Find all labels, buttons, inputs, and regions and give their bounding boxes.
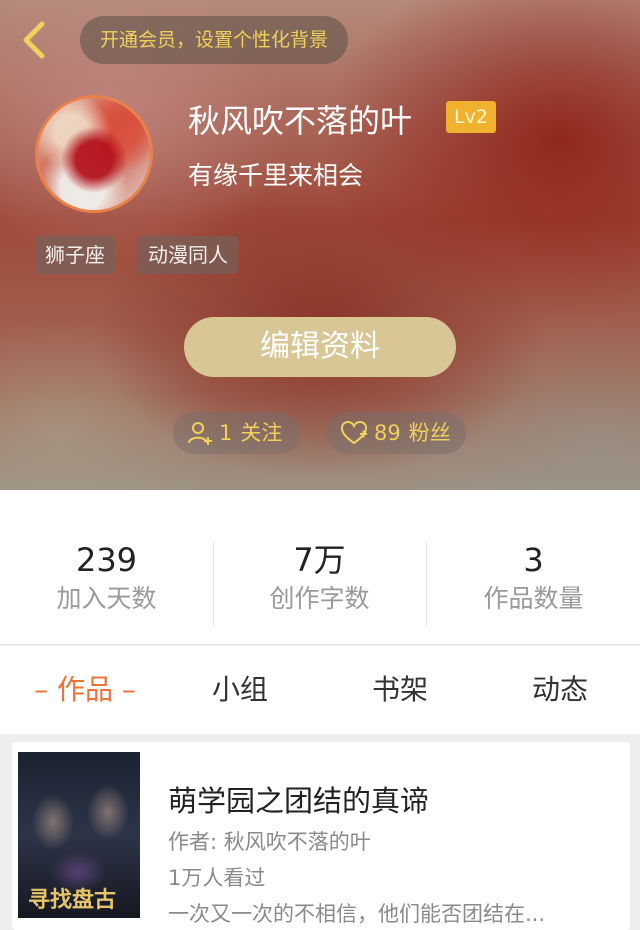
book-author: 作者: 秋风吹不落的叶 <box>168 830 371 854</box>
cover-title: 寻找盘古 <box>28 888 117 913</box>
level-badge: Lv2 <box>446 101 496 133</box>
back-button[interactable] <box>14 16 54 64</box>
fans-button[interactable]: 89 粉丝 <box>326 412 466 454</box>
stat-works-count: 3 作品数量 <box>427 540 640 618</box>
fans-label: 粉丝 <box>408 421 451 445</box>
tab-works[interactable]: – 作品 – <box>10 646 160 734</box>
book-views: 1万人看过 <box>168 866 266 890</box>
heart-icon <box>340 420 368 445</box>
fans-count: 89 <box>374 421 401 445</box>
following-label: 关注 <box>240 421 283 445</box>
book-cover[interactable]: 寻找盘古 <box>18 752 140 918</box>
stat-label: 创作字数 <box>269 584 370 613</box>
person-plus-icon <box>188 422 212 445</box>
following-button[interactable]: 1 关注 <box>173 412 300 454</box>
stat-value: 7万 <box>293 541 346 579</box>
vip-background-banner[interactable]: 开通会员，设置个性化背景 <box>80 16 349 64</box>
profile-header: 开通会员，设置个性化背景 秋风吹不落的叶 Lv2 有缘千里来相会 狮子座 动漫同… <box>0 0 640 490</box>
edit-profile-button[interactable]: 编辑资料 <box>184 317 456 377</box>
book-title[interactable]: 萌学园之团结的真谛 <box>168 778 429 820</box>
following-count: 1 <box>219 421 233 445</box>
stat-label: 作品数量 <box>483 584 584 613</box>
stat-value: 3 <box>523 541 544 579</box>
signature: 有缘千里来相会 <box>188 161 364 190</box>
book-description: 一次又一次的不相信，他们能否团结在... <box>168 902 546 926</box>
tag-category: 动漫同人 <box>138 236 238 274</box>
tab-bar: – 作品 – 小组 书架 动态 <box>0 646 640 734</box>
back-arrow-icon <box>23 21 45 59</box>
stat-label: 加入天数 <box>56 584 157 613</box>
works-list: 寻找盘古 萌学园之团结的真谛 作者: 秋风吹不落的叶 1万人看过 一次又一次的不… <box>0 734 640 930</box>
avatar[interactable] <box>35 95 153 213</box>
stats-bar: 239 加入天数 7万 创作字数 3 作品数量 <box>0 490 640 645</box>
username: 秋风吹不落的叶 <box>188 102 413 140</box>
stat-word-count: 7万 创作字数 <box>213 540 426 618</box>
tag-zodiac: 狮子座 <box>35 236 115 274</box>
stat-value: 239 <box>75 541 138 579</box>
tab-groups[interactable]: 小组 <box>170 646 310 734</box>
tab-bookshelf[interactable]: 书架 <box>330 646 470 734</box>
tab-activity[interactable]: 动态 <box>490 646 630 734</box>
stat-join-days: 239 加入天数 <box>0 540 213 618</box>
work-card[interactable]: 寻找盘古 萌学园之团结的真谛 作者: 秋风吹不落的叶 1万人看过 一次又一次的不… <box>12 742 630 930</box>
